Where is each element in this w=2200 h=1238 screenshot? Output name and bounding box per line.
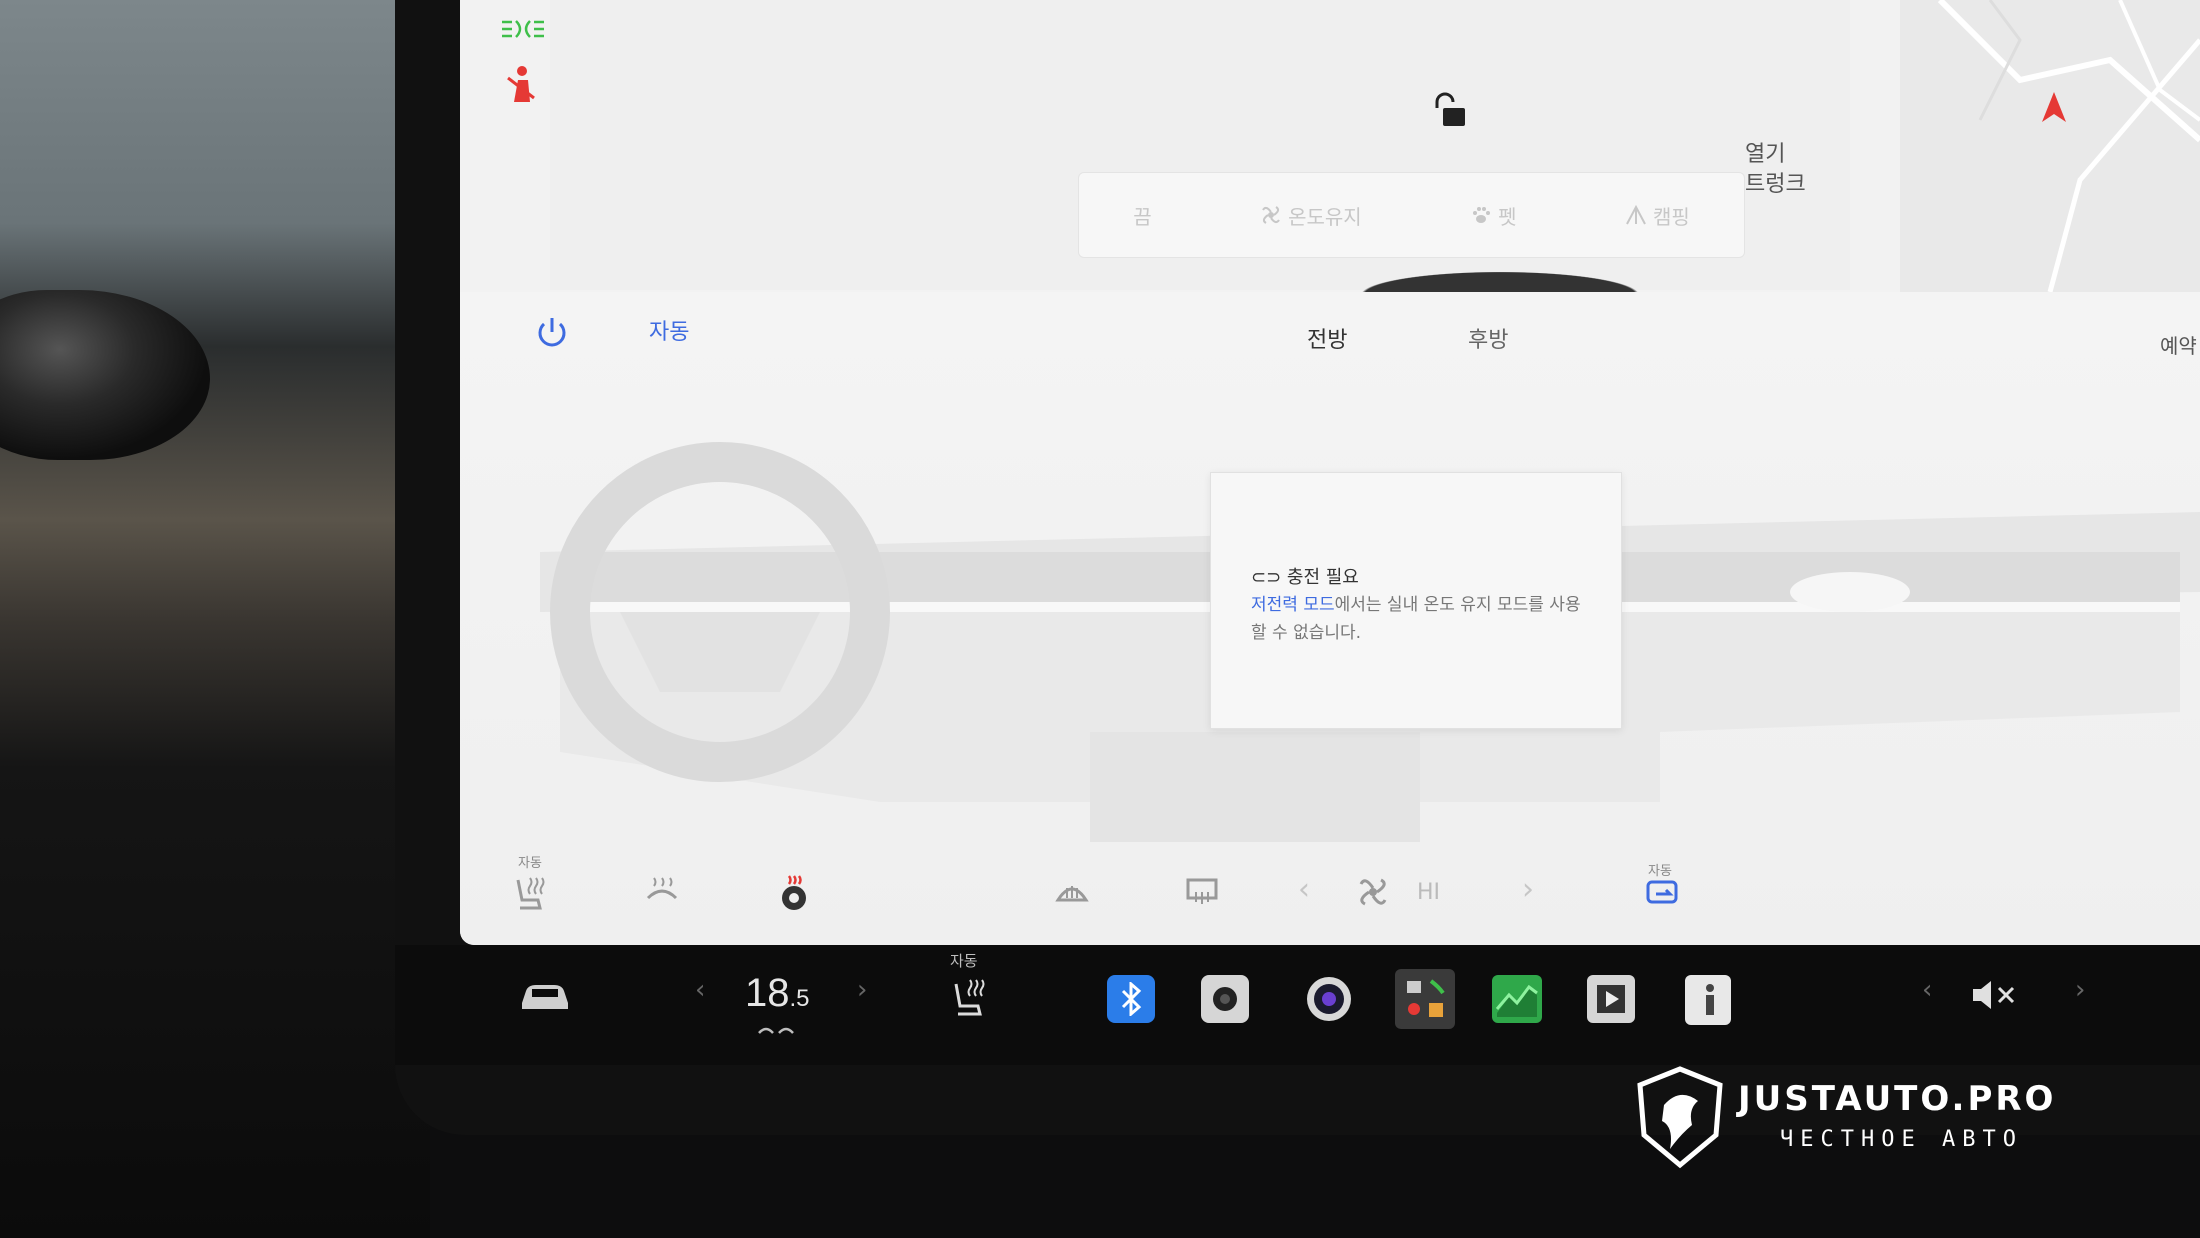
car-icon	[522, 985, 568, 1009]
touchscreen: 열기 트렁크 끔 온도유지 펫 캠핑 자동 전방 후방 예약 ⊂⊃ 충전 필요 …	[460, 0, 2200, 945]
notice-title: ⊂⊃ 충전 필요	[1251, 563, 1359, 589]
dashcam-button[interactable]	[1303, 973, 1355, 1025]
lion-shield-logo	[1637, 1066, 1723, 1169]
steering-wheel-heat-icon	[646, 877, 678, 900]
front-defrost-button[interactable]	[1042, 862, 1102, 922]
seat-heater-button[interactable]	[945, 973, 995, 1023]
paw-icon	[1473, 207, 1491, 223]
app-launcher-icon	[1407, 979, 1445, 1017]
fan-icon	[1262, 206, 1280, 224]
media-player-button[interactable]	[1587, 975, 1635, 1023]
play-icon	[1597, 985, 1625, 1013]
seat-heat-icon	[954, 979, 985, 1016]
dashcam-icon	[1307, 977, 1351, 1021]
keep-climate-mode-bar: 끔 온도유지 펫 캠핑	[1078, 172, 1745, 258]
taskbar: ‹ 18.5 › 자동 ‹ ›	[395, 945, 2200, 1065]
mode-label: 캠핑	[1652, 204, 1690, 229]
tent-icon	[1626, 204, 1646, 225]
seat-auto-label: 자동	[950, 952, 978, 970]
tab-rear[interactable]: 후방	[1468, 322, 1508, 354]
energy-app-button[interactable]	[1492, 975, 1542, 1023]
schedule-button[interactable]: 예약	[2160, 330, 2197, 359]
volume-increase-button[interactable]: ›	[2075, 975, 2085, 1005]
fan-speed-value: HI	[1417, 880, 1441, 905]
temp-increase-button[interactable]: ›	[857, 975, 867, 1005]
steering-heat-button[interactable]	[632, 862, 692, 922]
climate-auto-button[interactable]: 자동	[649, 314, 689, 346]
front-defrost-icon	[1055, 886, 1089, 902]
volume-muted-icon	[1973, 981, 2015, 1009]
car-roof	[1260, 255, 1740, 295]
app-launcher-button[interactable]	[1395, 969, 1455, 1029]
info-icon	[1706, 984, 1714, 1015]
seat-heat-icon	[516, 877, 545, 910]
brand-subtitle: ЧЕСТНОЕ АВТО	[1780, 1127, 2023, 1152]
seat-heater-left-button[interactable]	[500, 862, 560, 922]
recirculation-button[interactable]	[1632, 862, 1692, 922]
climate-panel: 자동 전방 후방 예약 ⊂⊃ 충전 필요 저전력 모드에서는 실내 온도 유지 …	[460, 292, 2200, 945]
trunk-label: 트렁크	[1745, 172, 1806, 197]
low-power-notice: ⊂⊃ 충전 필요 저전력 모드에서는 실내 온도 유지 모드를 사용할 수 없습…	[1210, 472, 1622, 729]
fan-icon-button[interactable]	[1343, 862, 1403, 922]
cabin-temperature[interactable]: 18.5	[745, 971, 810, 1016]
notice-title-text: 충전 필요	[1286, 567, 1359, 588]
brand-title: JUSTAUTO.PRO	[1738, 1079, 2057, 1119]
seatbelt-warning-icon	[507, 66, 535, 102]
background-car-interior	[0, 0, 430, 1238]
wheel-heater-button[interactable]	[764, 862, 824, 922]
fan-decrease-button[interactable]: ‹	[1298, 872, 1310, 907]
trunk-open-label: 열기	[1745, 142, 1786, 167]
camera-button[interactable]	[1201, 975, 1249, 1023]
mute-button[interactable]	[1970, 975, 2020, 1015]
energy-graph-icon	[1495, 984, 1538, 1017]
recirculation-icon	[1646, 880, 1678, 904]
tab-front[interactable]: 전방	[1307, 322, 1347, 354]
dual-zone-icon	[758, 1027, 794, 1034]
brand-watermark: JUSTAUTO.PRO ЧЕСТНОЕ АВТО	[1630, 1065, 2190, 1175]
trunk-open-button[interactable]: 열기 트렁크	[1745, 140, 1806, 200]
mode-off-button[interactable]: 끔	[1133, 201, 1151, 230]
manual-button[interactable]	[1685, 975, 1731, 1025]
map-view[interactable]	[1900, 0, 2200, 292]
mode-label: 온도유지	[1288, 204, 1362, 229]
mode-camp-button[interactable]: 캠핑	[1625, 201, 1690, 230]
mode-label: 끔	[1133, 204, 1152, 229]
mode-keep-on-button[interactable]: 온도유지	[1260, 201, 1362, 230]
car-menu-button[interactable]	[515, 970, 575, 1020]
bluetooth-icon	[1121, 982, 1142, 1016]
status-indicators	[460, 0, 550, 290]
temp-decimal: .5	[789, 985, 810, 1012]
temp-main: 18	[745, 971, 790, 1015]
temp-decrease-button[interactable]: ‹	[695, 975, 705, 1005]
rear-defrost-button[interactable]	[1172, 862, 1232, 922]
fan-increase-button[interactable]: ›	[1522, 872, 1534, 907]
mode-dog-button[interactable]: 펫	[1470, 201, 1517, 230]
low-power-mode-link[interactable]: 저전력 모드	[1251, 595, 1335, 615]
heated-wheel-icon	[782, 875, 806, 910]
mode-label: 펫	[1498, 204, 1517, 229]
power-icon[interactable]	[532, 312, 572, 352]
bluetooth-button[interactable]	[1107, 975, 1155, 1023]
volume-decrease-button[interactable]: ‹	[1922, 975, 1932, 1005]
notice-body: 저전력 모드에서는 실내 온도 유지 모드를 사용할 수 없습니다.	[1251, 591, 1591, 647]
headlight-icon	[502, 20, 544, 38]
rear-defrost-icon	[1186, 878, 1218, 904]
camera-icon	[1213, 987, 1237, 1011]
unlock-icon[interactable]	[1429, 90, 1471, 132]
plug-icon: ⊂⊃	[1251, 567, 1282, 588]
fan-icon	[1359, 878, 1387, 906]
